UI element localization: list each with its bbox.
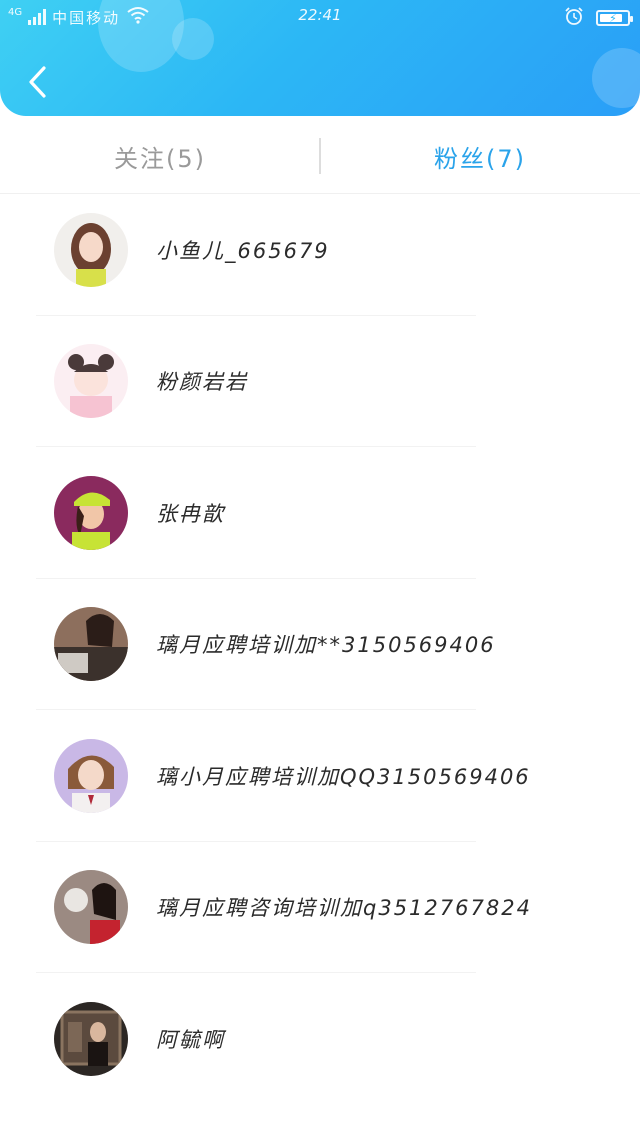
fan-list-item[interactable]: 璃月应聘培训加**3150569406 bbox=[0, 579, 640, 711]
fan-username: 小鱼儿_665679 bbox=[156, 238, 330, 263]
avatar[interactable] bbox=[54, 212, 128, 287]
tab-following[interactable]: 关注(5) bbox=[0, 139, 320, 174]
charging-bolt-icon: ⚡ bbox=[609, 11, 617, 25]
tab-bar: 关注(5) 粉丝(7) bbox=[0, 116, 640, 194]
fan-list: 小鱼儿_665679 粉颜岩岩 张冉歆 璃月应聘培训加**3150569406 … bbox=[0, 184, 640, 1105]
chevron-left-icon bbox=[29, 66, 46, 98]
avatar[interactable] bbox=[54, 738, 128, 813]
fan-list-item[interactable]: 张冉歆 bbox=[0, 447, 640, 579]
fan-username: 璃月应聘培训加**3150569406 bbox=[156, 633, 496, 658]
avatar[interactable] bbox=[54, 344, 128, 419]
avatar[interactable] bbox=[54, 607, 128, 682]
fan-list-item[interactable]: 粉颜岩岩 bbox=[0, 316, 640, 448]
decor-bubble bbox=[592, 48, 640, 108]
avatar[interactable] bbox=[54, 870, 128, 945]
fan-username: 阿毓啊 bbox=[156, 1027, 225, 1052]
avatar[interactable] bbox=[54, 475, 128, 550]
fan-username: 璃小月应聘培训加QQ3150569406 bbox=[156, 764, 531, 789]
alarm-icon bbox=[564, 6, 584, 30]
app-header: 4G 中国移动 22:41 ⚡ bbox=[0, 0, 640, 116]
fan-list-item[interactable]: 璃月应聘咨询培训加q3512767824 bbox=[0, 842, 640, 974]
fan-username: 张冉歆 bbox=[156, 501, 225, 526]
fan-list-item[interactable]: 阿毓啊 bbox=[0, 973, 640, 1105]
back-button[interactable] bbox=[20, 62, 54, 102]
fan-list-item[interactable]: 璃小月应聘培训加QQ3150569406 bbox=[0, 710, 640, 842]
fan-list-item[interactable]: 小鱼儿_665679 bbox=[0, 184, 640, 316]
status-bar: 4G 中国移动 22:41 ⚡ bbox=[0, 0, 640, 34]
fan-username: 粉颜岩岩 bbox=[156, 370, 248, 395]
status-time: 22:41 bbox=[298, 6, 342, 24]
avatar[interactable] bbox=[54, 1001, 128, 1076]
tab-fans[interactable]: 粉丝(7) bbox=[320, 139, 640, 174]
battery-charging-icon: ⚡ bbox=[596, 10, 633, 26]
fan-username: 璃月应聘咨询培训加q3512767824 bbox=[156, 896, 532, 921]
